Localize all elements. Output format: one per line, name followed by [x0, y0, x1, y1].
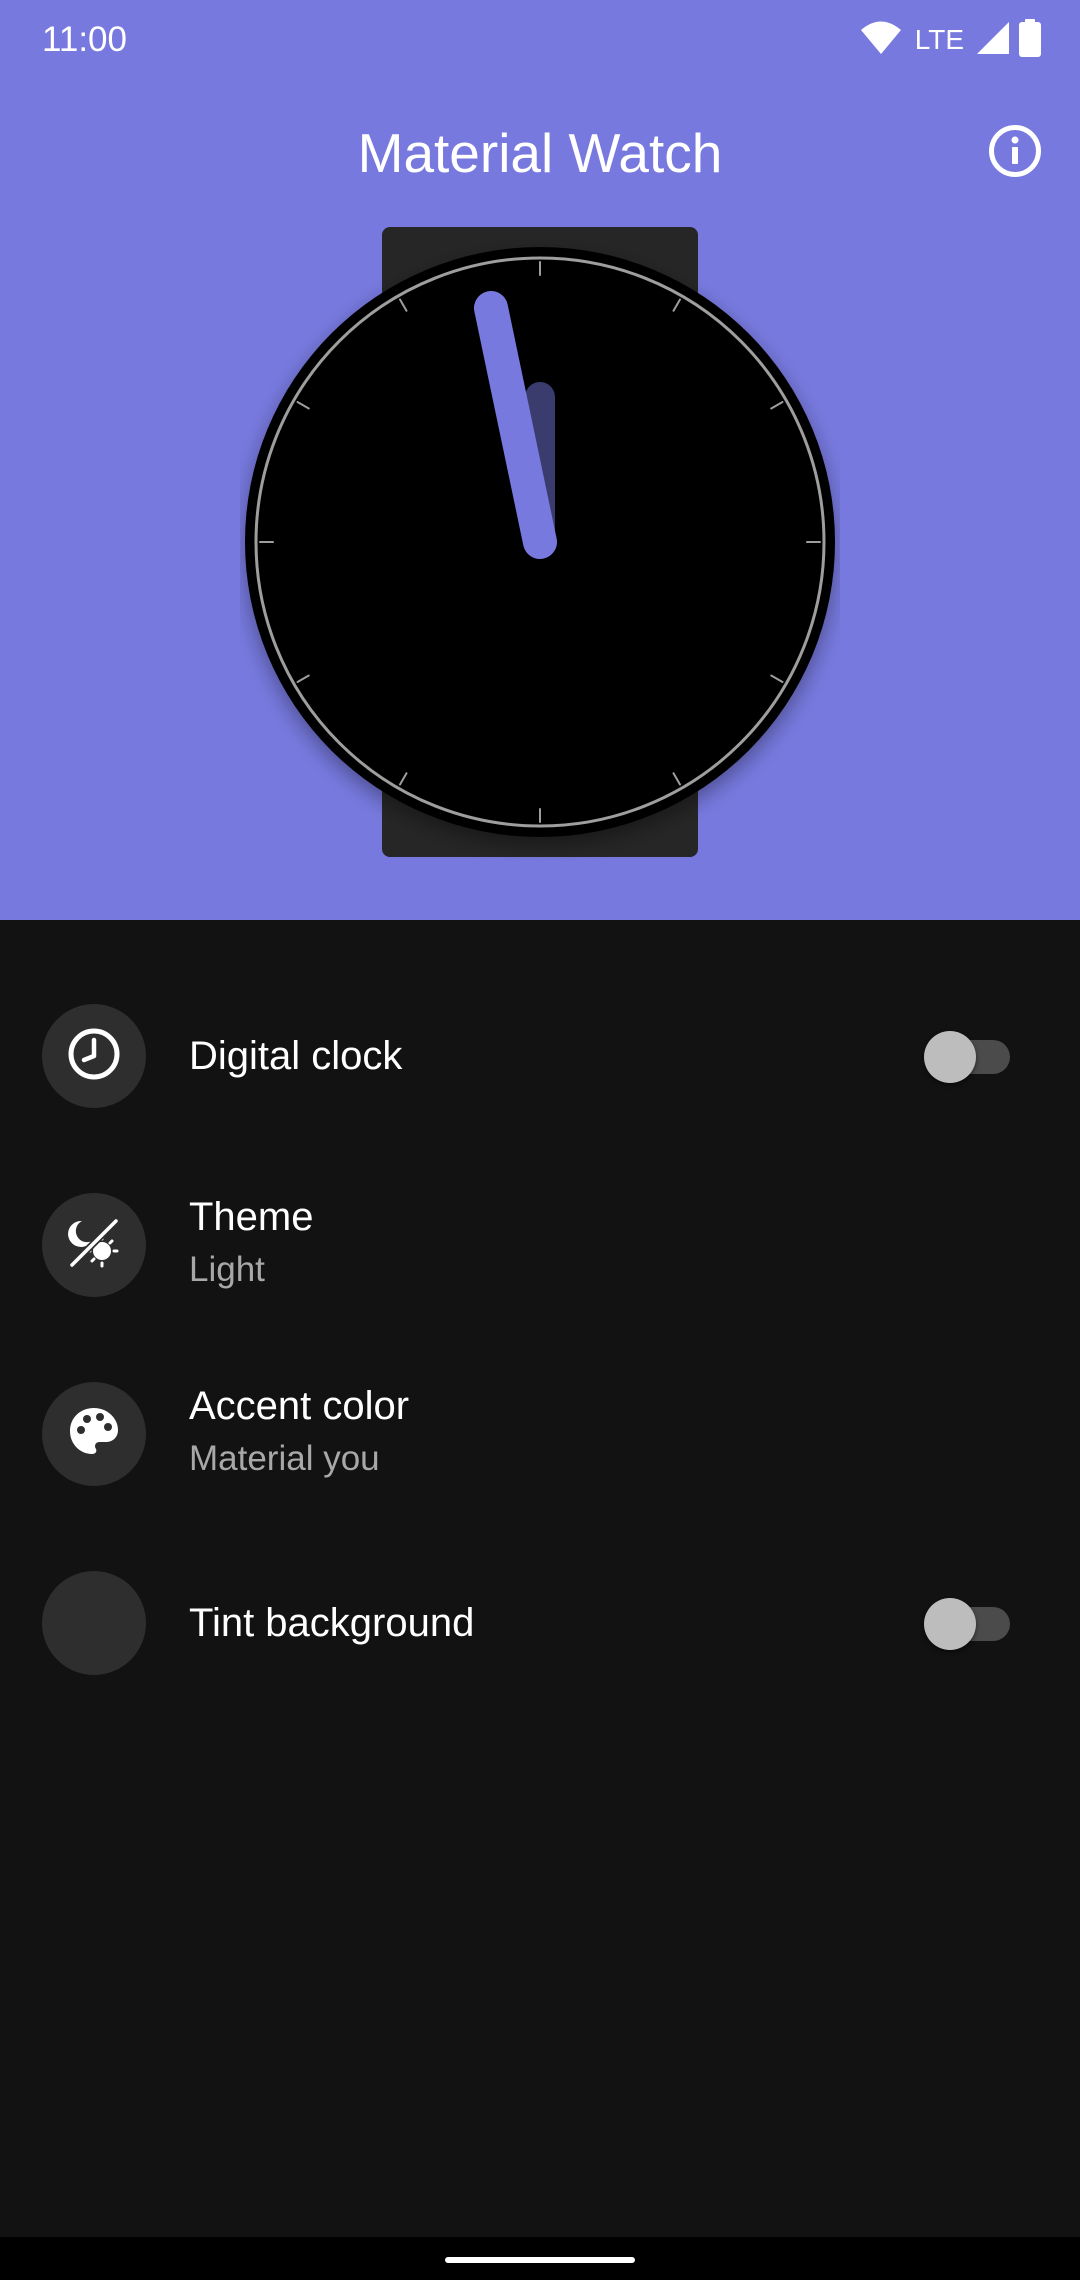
setting-subtitle: Light: [189, 1250, 265, 1289]
setting-title: Theme: [189, 1195, 314, 1239]
header-panel: 11:00 LTE Material Watch: [0, 0, 1080, 920]
tint-background-toggle[interactable]: [924, 1598, 1010, 1650]
info-button[interactable]: [982, 120, 1048, 186]
battery-icon: [1018, 18, 1042, 62]
wifi-icon: [860, 21, 901, 60]
setting-icon-circle: [42, 1004, 146, 1108]
setting-accent-color[interactable]: Accent color Material you: [0, 1354, 1080, 1514]
setting-theme[interactable]: Theme Light: [0, 1165, 1080, 1325]
setting-icon-circle: [42, 1193, 146, 1297]
network-type-label: LTE: [914, 24, 964, 55]
cell-signal-icon: [976, 21, 1010, 60]
setting-subtitle: Material you: [189, 1439, 380, 1478]
status-icons: LTE: [860, 18, 1042, 62]
screen: 11:00 LTE Material Watch Digital clock T…: [0, 0, 1080, 2280]
info-icon: [988, 124, 1042, 183]
watch-preview: [240, 225, 840, 860]
setting-icon-circle: [42, 1382, 146, 1486]
status-time: 11:00: [42, 20, 127, 59]
setting-title: Digital clock: [189, 1034, 403, 1078]
home-gesture-handle[interactable]: [445, 2257, 635, 2263]
setting-icon-circle: [42, 1571, 146, 1675]
setting-tint-background[interactable]: Tint background: [0, 1543, 1080, 1703]
toggle-thumb: [924, 1031, 976, 1083]
setting-title: Tint background: [189, 1601, 475, 1645]
setting-title: Accent color: [189, 1384, 410, 1428]
toggle-thumb: [924, 1598, 976, 1650]
status-bar: 11:00 LTE: [0, 0, 1080, 80]
clock-icon: [66, 1026, 122, 1087]
palette-icon: [66, 1404, 122, 1465]
app-title: Material Watch: [357, 122, 723, 184]
theme-icon: [64, 1213, 124, 1278]
setting-digital-clock[interactable]: Digital clock: [0, 976, 1080, 1136]
digital-clock-toggle[interactable]: [924, 1031, 1010, 1083]
navigation-bar: [0, 2237, 1080, 2280]
